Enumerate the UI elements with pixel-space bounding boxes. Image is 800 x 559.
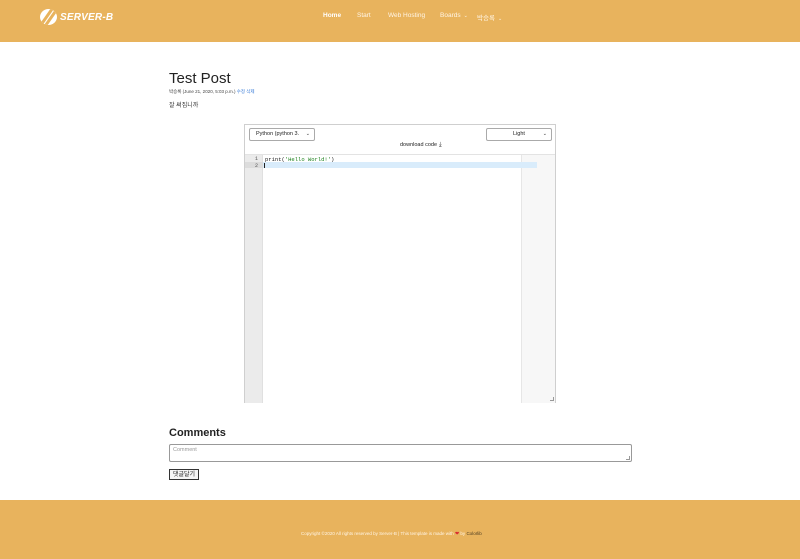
submit-comment-button[interactable]: 댓글달기 (169, 469, 199, 480)
colorlib-link[interactable]: Colorlib (466, 531, 481, 536)
download-icon: ⤓ (439, 142, 442, 148)
edit-link[interactable]: 수정 (237, 89, 245, 94)
post-author: 박승록 (169, 89, 182, 94)
text-cursor (264, 163, 265, 168)
chevron-down-icon: ⌄ (497, 16, 503, 22)
footer-text: Copyright ©2020 All rights reserved by S… (301, 531, 455, 536)
theme-select[interactable]: Light ⌄ (486, 128, 552, 141)
code-text-area[interactable] (263, 155, 521, 403)
nav-web-hosting[interactable]: Web Hosting (388, 12, 425, 19)
footer-copyright: Copyright ©2020 All rights reserved by S… (301, 531, 482, 537)
post-meta: 박승록 (June 21, 2020, 5:03 p.m.) 수정 삭제 (169, 89, 255, 95)
code-line: print('Hello World!') (265, 156, 334, 163)
resize-handle-icon[interactable] (550, 397, 554, 401)
post-title: Test Post (169, 70, 231, 87)
editor-right-pane (521, 155, 555, 403)
theme-select-value: Light (513, 131, 525, 137)
site-header: SERVER-B Home Start Web Hosting Boards ⌄ … (0, 0, 800, 42)
main-nav: Home Start Web Hosting Boards ⌄ 박승록 ⌄ (0, 12, 800, 22)
code-token: ) (331, 155, 335, 163)
chevron-down-icon: ⌄ (305, 131, 310, 137)
resize-handle-icon[interactable] (626, 456, 630, 460)
line-number: 2 (254, 162, 258, 169)
code-token: print( (265, 155, 285, 163)
comments-heading: Comments (169, 427, 226, 439)
site-footer: Copyright ©2020 All rights reserved by S… (0, 500, 800, 559)
delete-link[interactable]: 삭제 (246, 89, 254, 94)
language-select[interactable]: Python (python 3. ⌄ (249, 128, 315, 141)
nav-home[interactable]: Home (323, 12, 341, 19)
nav-start[interactable]: Start (357, 12, 371, 19)
download-code-link[interactable]: download code ⤓ (400, 142, 442, 149)
nav-boards-label: Boards (440, 12, 461, 19)
post-date: (June 21, 2020, 5:03 p.m.) (181, 89, 237, 94)
active-line-highlight (245, 162, 537, 168)
line-number: 1 (254, 156, 258, 162)
nav-user-menu[interactable]: 박승록 ⌄ (477, 12, 502, 22)
comment-placeholder: Comment (173, 447, 197, 453)
code-string: 'Hello World!' (284, 155, 332, 163)
nav-boards[interactable]: Boards ⌄ (440, 12, 468, 19)
language-select-value: Python (python 3. (256, 131, 300, 137)
chevron-down-icon: ⌄ (463, 13, 468, 19)
nav-user-label: 박승록 (477, 15, 495, 22)
post-body: 잘 써집니까 (169, 103, 199, 109)
download-label: download code (400, 142, 438, 148)
chevron-down-icon: ⌄ (542, 131, 547, 137)
code-editor-panel: Python (python 3. ⌄ download code ⤓ Light… (244, 124, 556, 403)
comment-input[interactable]: Comment (169, 444, 632, 462)
line-gutter (245, 155, 263, 403)
code-area[interactable]: 1 2 print('Hello World!') (245, 154, 555, 403)
